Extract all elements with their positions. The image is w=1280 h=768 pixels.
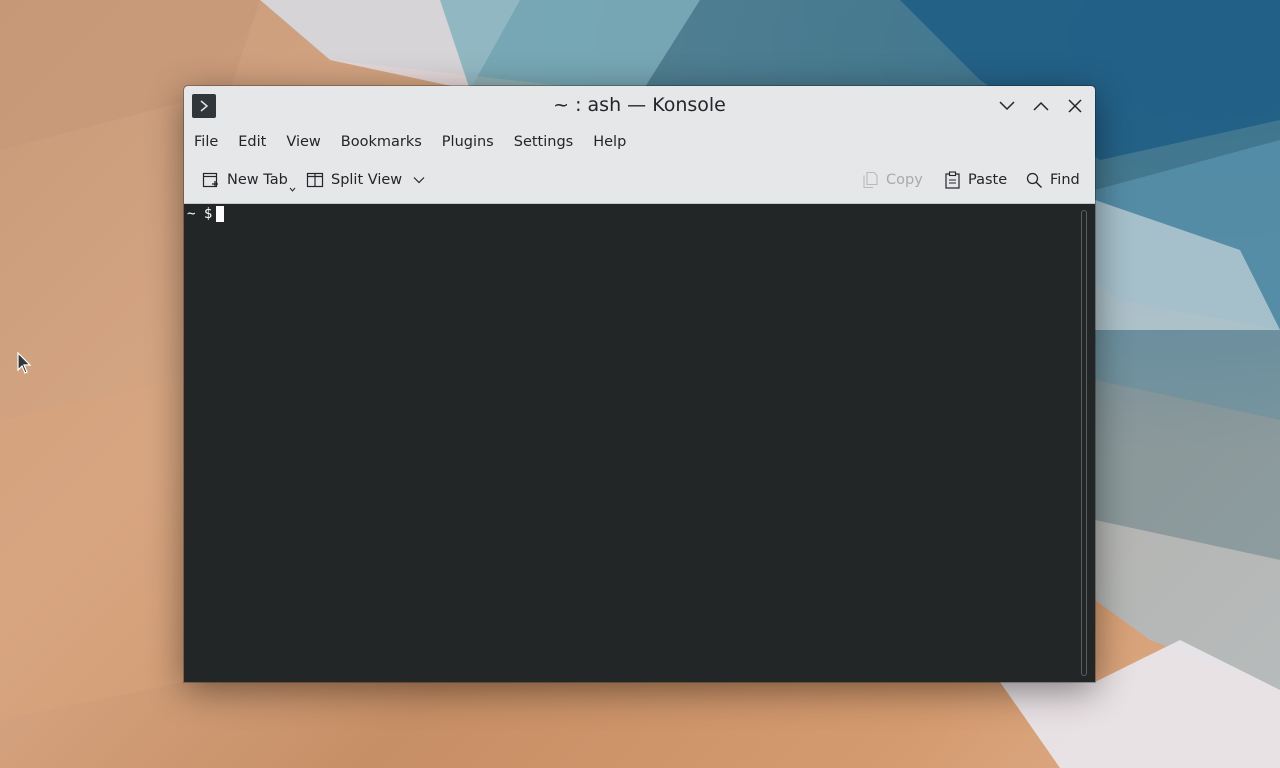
terminal-scrollbar[interactable]	[1081, 210, 1087, 676]
new-tab-label: New Tab	[227, 172, 288, 188]
split-view-label: Split View	[331, 172, 403, 188]
chevron-down-icon[interactable]	[413, 176, 425, 184]
new-tab-button[interactable]: New Tab	[202, 164, 296, 196]
close-button[interactable]	[1063, 94, 1087, 118]
maximize-button[interactable]	[1029, 94, 1053, 118]
minimize-button[interactable]	[995, 94, 1019, 118]
copy-icon	[863, 171, 878, 189]
split-view-icon	[306, 172, 324, 188]
shell-prompt: ~ $	[187, 206, 213, 222]
search-icon	[1026, 172, 1042, 188]
paste-icon	[945, 171, 960, 189]
titlebar[interactable]: ~ : ash — Konsole	[184, 86, 1095, 126]
new-tab-icon	[202, 172, 218, 188]
toolbar: New Tab Split View Copy Paste Find	[184, 164, 1095, 196]
menu-settings[interactable]: Settings	[504, 128, 583, 156]
menu-file[interactable]: File	[184, 128, 228, 156]
find-button[interactable]: Find	[1026, 164, 1080, 196]
new-tab-dropdown-icon[interactable]	[289, 187, 296, 192]
split-view-button[interactable]: Split View	[306, 164, 425, 196]
menu-help[interactable]: Help	[583, 128, 636, 156]
menu-view[interactable]: View	[276, 128, 330, 156]
menu-bookmarks[interactable]: Bookmarks	[331, 128, 432, 156]
konsole-window: ~ : ash — Konsole File Edit View Bookmar…	[184, 86, 1095, 682]
mouse-pointer-icon	[17, 352, 32, 374]
chevron-down-icon	[999, 101, 1015, 111]
paste-label: Paste	[968, 172, 1008, 188]
prompt-line: ~ $	[187, 206, 225, 222]
menubar: File Edit View Bookmarks Plugins Setting…	[184, 128, 1095, 156]
find-label: Find	[1050, 172, 1080, 188]
copy-button[interactable]: Copy	[862, 164, 923, 196]
chevron-up-icon	[1033, 101, 1049, 111]
close-icon	[1068, 99, 1082, 113]
menu-plugins[interactable]: Plugins	[432, 128, 504, 156]
desktop: ~ : ash — Konsole File Edit View Bookmar…	[0, 0, 1280, 768]
window-title: ~ : ash — Konsole	[553, 94, 726, 116]
copy-label: Copy	[886, 172, 923, 188]
paste-button[interactable]: Paste	[944, 164, 1007, 196]
menu-edit[interactable]: Edit	[228, 128, 276, 156]
text-cursor	[216, 206, 225, 222]
window-chrome: ~ : ash — Konsole File Edit View Bookmar…	[184, 86, 1095, 204]
terminal-area[interactable]: ~ $	[184, 204, 1095, 682]
